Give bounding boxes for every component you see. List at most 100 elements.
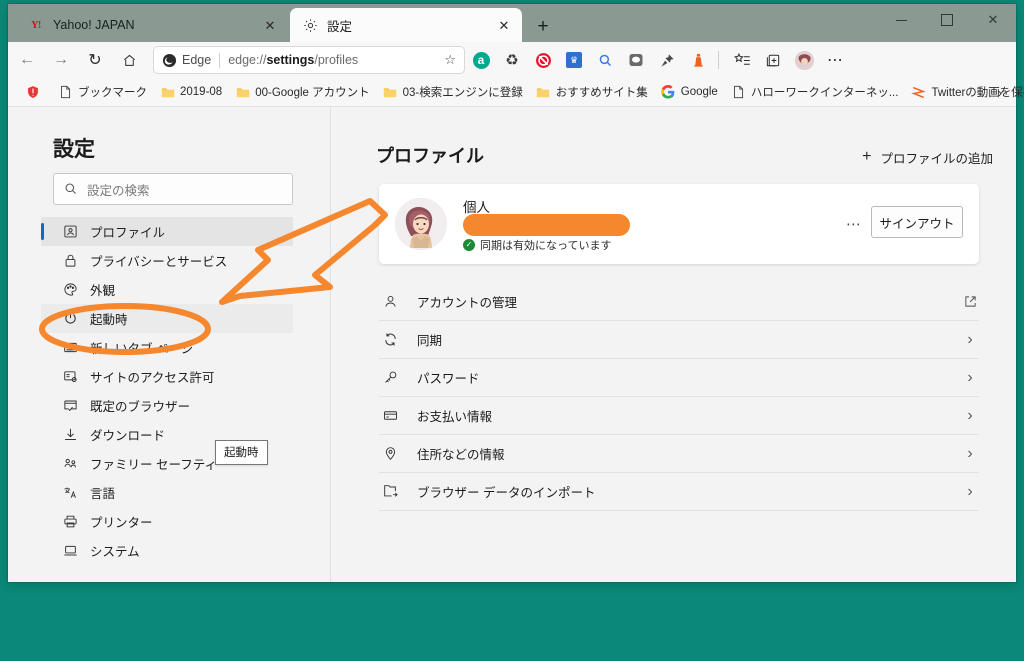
row-label: 同期	[417, 330, 961, 349]
minimize-button[interactable]	[878, 4, 924, 36]
address-bar-url: edge://settings/profiles	[228, 53, 444, 67]
bookmark-label: ブックマーク	[78, 84, 147, 100]
pin-extension-icon[interactable]	[653, 46, 681, 74]
bookmark-label: 2019-08	[180, 86, 222, 98]
sidebar-item-appearance[interactable]: 外観	[41, 275, 293, 304]
system-icon	[61, 542, 79, 560]
bookmark-item[interactable]: 2019-08	[155, 81, 227, 103]
recycle-extension-icon[interactable]: ♻	[498, 46, 526, 74]
profile-card: 個人 ✓ 同期は有効になっています ⋯ サインアウト	[379, 184, 979, 264]
tab-close-button[interactable]: ✕	[493, 14, 515, 36]
lighthouse-extension-icon[interactable]	[684, 46, 712, 74]
bookmark-item[interactable]: Google	[656, 81, 723, 103]
sync-status: ✓ 同期は有効になっています	[463, 237, 611, 253]
row-addresses[interactable]: 住所などの情報 ›	[379, 435, 979, 473]
favorites-icon[interactable]	[728, 46, 756, 74]
chat-extension-icon[interactable]	[622, 46, 650, 74]
browser-toolbar: ← → ↻ Edge edge://settings/profiles	[8, 42, 1016, 78]
settings-main: プロファイル + プロファイルの追加	[331, 107, 1016, 582]
search-icon	[64, 182, 78, 196]
bookmark-item[interactable]: ブックマーク	[53, 81, 152, 103]
sidebar-item-label: 起動時	[90, 309, 128, 328]
sidebar-item-system[interactable]: システム	[41, 536, 293, 565]
key-icon	[379, 370, 401, 385]
block-extension-icon[interactable]	[529, 46, 557, 74]
settings-and-more-icon[interactable]: ⋯	[821, 46, 849, 74]
bookmark-item[interactable]: ハローワークインターネッ...	[726, 81, 904, 103]
sidebar-item-site-permissions[interactable]: サイトのアクセス許可	[41, 362, 293, 391]
sidebar-item-on-startup[interactable]: 起動時	[41, 304, 293, 333]
profile-avatar-icon[interactable]	[790, 46, 818, 74]
shield-icon	[25, 85, 40, 100]
collections-icon[interactable]	[759, 46, 787, 74]
address-bar[interactable]: Edge edge://settings/profiles ☆	[154, 47, 464, 73]
chevron-right-icon: ›	[961, 445, 979, 463]
sidebar-scrollbar[interactable]	[322, 107, 330, 582]
tab-title: Yahoo! JAPAN	[53, 18, 259, 32]
tab-yahoo-japan[interactable]: Y! Yahoo! JAPAN ✕	[16, 8, 288, 42]
favorite-star-icon[interactable]: ☆	[444, 52, 456, 68]
folder-icon	[235, 85, 250, 100]
row-manage-account[interactable]: アカウントの管理	[379, 283, 979, 321]
add-profile-label: プロファイルの追加	[880, 148, 993, 167]
selection-indicator	[41, 223, 44, 240]
language-icon	[61, 484, 79, 502]
bookmark-item[interactable]: 03-検索エンジンに登録	[378, 81, 528, 103]
search-extension-icon[interactable]	[591, 46, 619, 74]
row-sync[interactable]: 同期 ›	[379, 321, 979, 359]
adblock-extension-icon[interactable]: a	[467, 46, 495, 74]
edge-brand-label: Edge	[182, 53, 211, 67]
sidebar-item-label: プリンター	[90, 512, 153, 531]
default-browser-icon	[61, 397, 79, 415]
chevron-right-icon: ›	[961, 331, 979, 349]
bookmark-item[interactable]	[20, 81, 50, 103]
tab-close-button[interactable]: ✕	[259, 14, 281, 36]
sync-status-label: 同期は有効になっています	[480, 237, 611, 253]
sidebar-item-label: プライバシーとサービス	[90, 251, 227, 270]
tab-strip: Y! Yahoo! JAPAN ✕ 設定 ✕ + ✕	[8, 4, 1016, 42]
family-safety-icon	[61, 455, 79, 473]
row-passwords[interactable]: パスワード ›	[379, 359, 979, 397]
palette-icon	[61, 281, 79, 299]
refresh-icon[interactable]: ↻	[80, 45, 110, 75]
sidebar-item-languages[interactable]: 言語	[41, 478, 293, 507]
row-label: アカウントの管理	[417, 292, 961, 311]
bluebadge-extension-icon[interactable]: ♛	[560, 46, 588, 74]
tab-settings[interactable]: 設定 ✕	[290, 8, 522, 42]
sidebar-item-printers[interactable]: プリンター	[41, 507, 293, 536]
row-import-browser-data[interactable]: ブラウザー データのインポート ›	[379, 473, 979, 511]
sidebar-item-new-tab-page[interactable]: 新しいタブ ページ	[41, 333, 293, 362]
new-tab-button[interactable]: +	[530, 13, 556, 39]
sign-out-button[interactable]: サインアウト	[871, 206, 963, 238]
row-payment-info[interactable]: お支払い情報 ›	[379, 397, 979, 435]
bookmark-label: ハローワークインターネッ...	[751, 84, 899, 100]
download-icon	[61, 426, 79, 444]
lock-icon	[61, 252, 79, 270]
sidebar-item-privacy[interactable]: プライバシーとサービス	[41, 246, 293, 275]
avatar	[395, 198, 447, 250]
import-icon	[379, 484, 401, 499]
settings-nav-list: プロファイル プライバシーとサービス 外観	[41, 217, 293, 565]
sidebar-item-profiles[interactable]: プロファイル	[41, 217, 293, 246]
maximize-button[interactable]	[924, 4, 970, 36]
search-placeholder: 設定の検索	[87, 180, 150, 199]
close-button[interactable]: ✕	[970, 4, 1016, 36]
sidebar-item-label: ファミリー セーフティ	[90, 454, 217, 473]
check-circle-icon: ✓	[463, 239, 475, 251]
forward-icon[interactable]: →	[46, 45, 76, 75]
row-label: ブラウザー データのインポート	[417, 482, 961, 501]
back-icon[interactable]: ←	[12, 45, 42, 75]
main-heading: プロファイル	[376, 142, 484, 168]
home-icon[interactable]	[114, 45, 144, 75]
folder-icon	[160, 85, 175, 100]
sidebar-item-default-browser[interactable]: 既定のブラウザー	[41, 391, 293, 420]
bookmark-item[interactable]: おすすめサイト集	[531, 81, 653, 103]
search-input[interactable]: 設定の検索	[53, 173, 293, 205]
bookmark-item[interactable]: 00-Google アカウント	[230, 81, 374, 103]
bookmarks-bar: ブックマーク 2019-08 00-Google アカウント 03-検索エンジン…	[8, 78, 1016, 107]
profile-more-button[interactable]: ⋯	[846, 215, 862, 233]
bookmarks-overflow-button[interactable]: ›	[990, 83, 1010, 103]
sidebar-item-label: ダウンロード	[90, 425, 165, 444]
sidebar-item-label: 外観	[90, 280, 115, 299]
add-profile-button[interactable]: + プロファイルの追加	[862, 145, 993, 169]
